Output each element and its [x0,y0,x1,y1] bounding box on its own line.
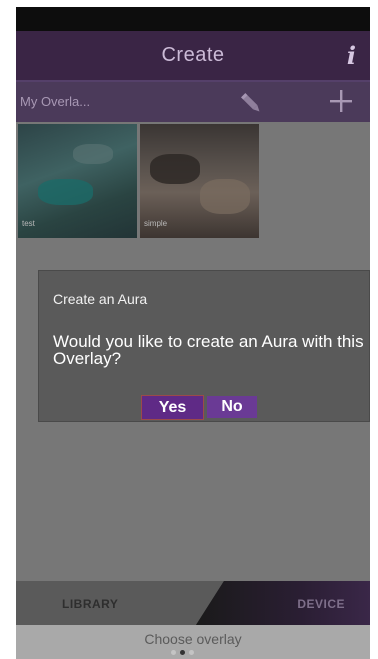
tab-library-label: LIBRARY [62,597,119,611]
info-icon[interactable]: i [347,41,356,70]
tab-device-label: DEVICE [297,597,345,611]
overlay-thumbnail[interactable]: test [18,124,137,238]
page-dot [189,650,194,655]
create-aura-dialog: Create an Aura Would you like to create … [38,270,370,422]
app-screen: Create i My Overla... test simple Create… [16,7,370,659]
plus-icon[interactable] [326,86,356,116]
pencil-icon[interactable] [238,90,264,116]
no-button[interactable]: No [207,396,257,418]
page-title: Create [161,44,225,66]
title-bar: Create i [16,31,370,82]
overlay-thumbnail[interactable]: simple [140,124,259,238]
yes-button[interactable]: Yes [141,395,204,420]
tab-device[interactable]: DEVICE [196,581,370,625]
dialog-title: Create an Aura [53,291,148,307]
page-dot [171,650,176,655]
thumbnail-label: simple [144,219,168,228]
footer-label: Choose overlay [144,631,242,647]
page-dot [180,650,185,655]
overlay-toolbar: My Overla... [16,82,370,122]
dialog-message: Would you like to create an Aura with th… [53,332,364,368]
thumbnail-label: test [22,219,35,228]
overlay-name-label[interactable]: My Overla... [20,94,90,109]
footer-bar: Choose overlay [16,625,370,659]
status-bar [16,7,370,31]
tab-bar: LIBRARY DEVICE [16,581,370,625]
page-indicator [171,650,215,658]
